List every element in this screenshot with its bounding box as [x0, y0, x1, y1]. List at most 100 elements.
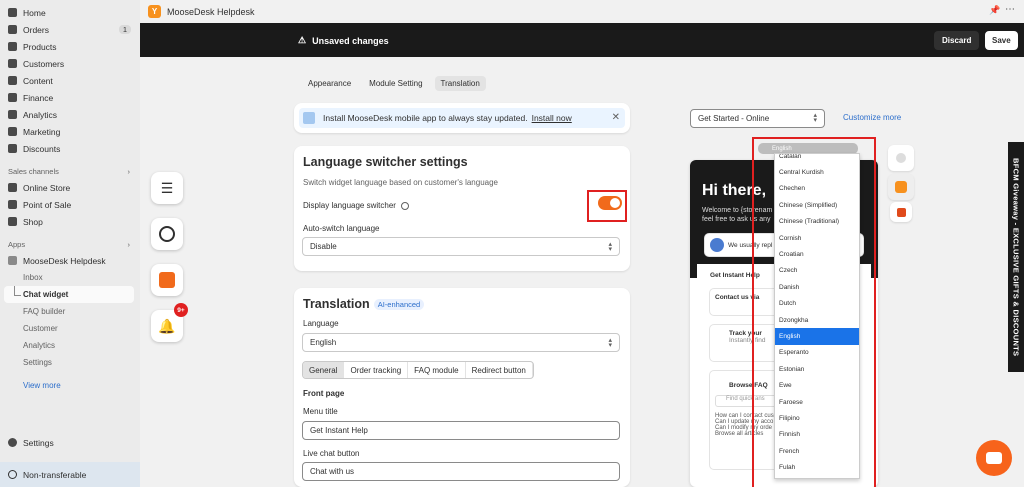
bell-icon: 🔔	[158, 317, 176, 334]
sidebar-item-label: Shop	[23, 216, 43, 227]
segment-general[interactable]: General	[303, 362, 345, 378]
app-title: MooseDesk Helpdesk	[167, 6, 255, 17]
settings-tabs: Appearance Module Setting Translation	[302, 76, 486, 91]
translation-card: Translation AI-enhanced Language Front pa…	[294, 288, 630, 487]
ai-enhanced-badge: AI-enhanced	[373, 299, 425, 311]
content-icon	[8, 76, 17, 85]
sidebar-item-label: Home	[23, 7, 46, 18]
sidebar-item-label: Finance	[23, 92, 54, 103]
sidebar-item-label: Marketing	[23, 126, 61, 137]
sidebar-item-products[interactable]: Products	[0, 38, 140, 55]
language-switcher-subtitle: Switch widget language based on customer…	[303, 178, 498, 187]
sidebar-item-home[interactable]: Home	[0, 4, 140, 21]
select-chevron-icon: ▴ ▾	[608, 337, 612, 349]
sidebar-sub-faq-builder[interactable]: FAQ builder	[0, 303, 140, 320]
segment-faq-module[interactable]: FAQ module	[408, 362, 466, 378]
avatar	[710, 238, 724, 252]
save-button[interactable]: Save	[985, 31, 1018, 50]
home-icon	[8, 8, 17, 17]
non-transferable-status[interactable]: Non-transferable	[0, 462, 140, 487]
side-gift-button[interactable]	[890, 202, 912, 222]
sidebar-item-marketing[interactable]: Marketing	[0, 123, 140, 140]
sidebar-item-finance[interactable]: Finance	[0, 89, 140, 106]
translation-section-tabs: General Order tracking FAQ module Redire…	[302, 361, 534, 379]
view-more-link[interactable]: View more	[0, 377, 140, 394]
side-moosedesk-button[interactable]	[888, 174, 914, 200]
sidebar-item-settings[interactable]: Settings	[0, 434, 140, 451]
sidebar-sub-chat-widget[interactable]: Chat widget	[4, 286, 134, 303]
target-icon	[8, 127, 17, 136]
auto-switch-select[interactable]: Disable ▴ ▾	[302, 237, 620, 256]
sidebar-item-customers[interactable]: Customers	[0, 55, 140, 72]
gift-button[interactable]	[151, 264, 183, 296]
admin-sidebar: Home Orders 1 Products Customers Content Finan…	[0, 0, 140, 487]
info-icon	[8, 470, 17, 479]
promo-vertical-tab[interactable]: BFCM Giveaway - EXCLUSIVE GIFTS & DISCOU…	[1008, 142, 1024, 372]
hamburger-icon: ☰	[160, 179, 174, 196]
live-chat-input[interactable]: Chat with us	[302, 462, 620, 481]
install-app-banner: Install MooseDesk mobile app to always s…	[294, 103, 630, 133]
sidebar-sub-customer[interactable]: Customer	[0, 320, 140, 337]
live-chat-label: Live chat button	[303, 449, 360, 458]
select-chevron-icon: ▴ ▾	[813, 112, 817, 124]
pos-icon	[8, 200, 17, 209]
moosedesk-logo-icon	[895, 181, 907, 193]
sidebar-item-point-of-sale[interactable]: Point of Sale	[0, 196, 140, 213]
notification-badge: 9+	[174, 303, 188, 317]
highlight-box-toggle	[587, 190, 627, 222]
live-chat-launcher[interactable]	[976, 440, 1012, 476]
side-chat-button[interactable]	[888, 145, 914, 171]
sidebar-item-label: Online Store	[23, 182, 71, 193]
app-title-bar: Y MooseDesk Helpdesk 📌 ⋯	[140, 0, 1024, 23]
preview-page-select[interactable]: Get Started - Online ▴ ▾	[690, 109, 825, 128]
more-icon[interactable]: ⋯	[1005, 4, 1015, 15]
tab-appearance[interactable]: Appearance	[302, 76, 357, 91]
language-label: Language	[303, 319, 339, 328]
tab-module-setting[interactable]: Module Setting	[363, 76, 428, 91]
bank-icon	[8, 93, 17, 102]
customize-more-link[interactable]: Customize more	[843, 113, 901, 122]
chat-icon	[896, 153, 906, 163]
display-switcher-label: Display language switcher	[303, 201, 410, 210]
sidebar-sub-analytics[interactable]: Analytics	[0, 337, 140, 354]
sidebar-item-discounts[interactable]: Discounts	[0, 140, 140, 157]
person-icon	[8, 59, 17, 68]
moosedesk-icon	[8, 256, 17, 265]
sidebar-item-label: Discounts	[23, 143, 61, 154]
translation-title: Translation AI-enhanced	[303, 297, 425, 311]
close-icon[interactable]: ✕	[612, 112, 620, 123]
sidebar-sub-inbox[interactable]: Inbox	[0, 269, 140, 286]
whatsapp-button[interactable]	[151, 218, 183, 250]
sidebar-item-analytics[interactable]: Analytics	[0, 106, 140, 123]
sidebar-item-content[interactable]: Content	[0, 72, 140, 89]
menu-button[interactable]: ☰	[151, 172, 183, 204]
shop-icon	[8, 217, 17, 226]
info-icon[interactable]	[401, 201, 410, 210]
chart-icon	[8, 110, 17, 119]
segment-redirect-button[interactable]: Redirect button	[466, 362, 533, 378]
menu-title-input[interactable]: Get Instant Help	[302, 421, 620, 440]
apps-header[interactable]: Apps ›	[0, 236, 140, 252]
sidebar-item-online-store[interactable]: Online Store	[0, 179, 140, 196]
sidebar-item-label: Orders	[23, 24, 49, 35]
front-page-heading: Front page	[303, 389, 345, 398]
sidebar-item-shop[interactable]: Shop	[0, 213, 140, 230]
contextual-save-bar: ⚠ Unsaved changes Discard Save	[140, 23, 1024, 57]
sidebar-item-moosedesk[interactable]: MooseDesk Helpdesk	[0, 252, 140, 269]
whatsapp-icon	[159, 226, 175, 242]
install-now-link[interactable]: Install now	[532, 113, 572, 123]
language-select[interactable]: English ▴ ▾	[302, 333, 620, 352]
sidebar-item-label: Point of Sale	[23, 199, 72, 210]
segment-order-tracking[interactable]: Order tracking	[344, 362, 409, 378]
gift-icon	[159, 272, 175, 288]
discount-icon	[8, 144, 17, 153]
discard-button[interactable]: Discard	[934, 31, 980, 50]
tab-translation[interactable]: Translation	[434, 76, 486, 91]
sidebar-item-label: Products	[23, 41, 57, 52]
sidebar-sub-settings[interactable]: Settings	[0, 354, 140, 371]
sales-channels-header[interactable]: Sales channels ›	[0, 163, 140, 179]
auto-switch-label: Auto-switch language	[303, 224, 380, 233]
sidebar-item-orders[interactable]: Orders 1	[0, 21, 140, 38]
pin-icon[interactable]: 📌	[989, 5, 1000, 16]
store-icon	[8, 183, 17, 192]
